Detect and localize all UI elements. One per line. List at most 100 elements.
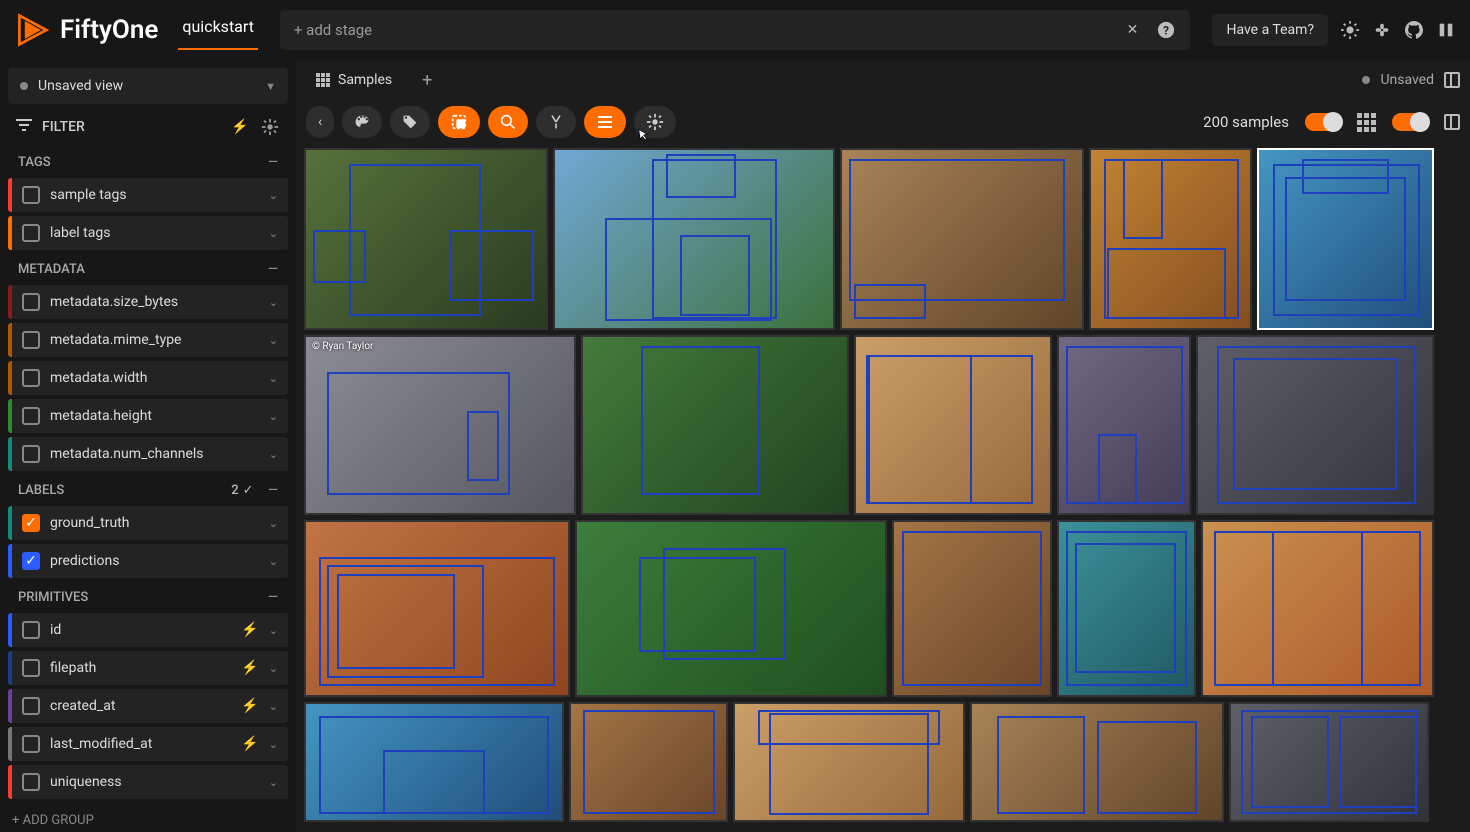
- chevron-down-icon: ⌄: [269, 517, 278, 530]
- field-label: metadata.mime_type: [50, 332, 259, 348]
- tag-button[interactable]: [390, 106, 430, 138]
- sample-thumbnail[interactable]: [1057, 520, 1196, 697]
- field-metadata-height[interactable]: metadata.height ⌄: [8, 399, 288, 433]
- sample-thumbnail[interactable]: [733, 702, 965, 822]
- checkbox[interactable]: [22, 621, 40, 639]
- sample-thumbnail[interactable]: [575, 520, 887, 697]
- list-button[interactable]: [584, 106, 626, 138]
- field-created-at[interactable]: created_at ⚡ ⌄: [8, 689, 288, 723]
- checkbox[interactable]: [22, 331, 40, 349]
- theme-icon[interactable]: [1340, 20, 1360, 40]
- field-id[interactable]: id ⚡ ⌄: [8, 613, 288, 647]
- checkbox[interactable]: [22, 407, 40, 425]
- filter-icon[interactable]: [16, 116, 32, 137]
- tabs-bar: Samples + Unsaved: [296, 60, 1470, 100]
- gear-icon[interactable]: [260, 117, 280, 137]
- slack-icon[interactable]: [1372, 20, 1392, 40]
- checkbox[interactable]: [22, 773, 40, 791]
- sample-thumbnail[interactable]: [854, 335, 1052, 515]
- settings-button[interactable]: [634, 106, 676, 138]
- section-header-primitives[interactable]: PRIMITIVES —: [8, 582, 288, 613]
- field-filepath[interactable]: filepath ⚡ ⌄: [8, 651, 288, 685]
- sample-thumbnail[interactable]: [304, 148, 548, 330]
- add-stage-button[interactable]: + add stage: [294, 21, 372, 39]
- bolt-icon[interactable]: ⚡: [230, 117, 250, 137]
- field-predictions[interactable]: ✓ predictions ⌄: [8, 544, 288, 578]
- add-tab-button[interactable]: +: [422, 70, 432, 91]
- field-uniqueness[interactable]: uniqueness ⌄: [8, 765, 288, 799]
- sample-thumbnail[interactable]: [840, 148, 1084, 330]
- checkbox[interactable]: [22, 224, 40, 242]
- field-label-tags[interactable]: label tags ⌄: [8, 216, 288, 250]
- sample-thumbnail[interactable]: [304, 520, 570, 697]
- sort-button[interactable]: [536, 106, 576, 138]
- logo-icon: [14, 12, 50, 48]
- chevron-down-icon: ⌄: [269, 410, 278, 423]
- checkbox[interactable]: [22, 369, 40, 387]
- field-label: label tags: [50, 225, 259, 241]
- sample-thumbnail[interactable]: [1229, 702, 1429, 822]
- toggle-sidebar[interactable]: [1392, 113, 1428, 131]
- field-metadata-size[interactable]: metadata.size_bytes ⌄: [8, 285, 288, 319]
- field-metadata-channels[interactable]: metadata.num_channels ⌄: [8, 437, 288, 471]
- sample-thumbnail[interactable]: [581, 335, 849, 515]
- sample-thumbnail[interactable]: [892, 520, 1052, 697]
- tab-samples[interactable]: Samples: [306, 64, 402, 96]
- collapse-icon: —: [268, 483, 278, 498]
- back-button[interactable]: ‹: [306, 106, 334, 138]
- app-logo[interactable]: FiftyOne: [14, 12, 158, 48]
- checkbox[interactable]: [22, 186, 40, 204]
- panel-icon[interactable]: [1444, 114, 1460, 130]
- bolt-icon: ⚡: [241, 622, 258, 638]
- toggle-labels[interactable]: [1305, 113, 1341, 131]
- sample-thumbnail[interactable]: [1089, 148, 1252, 330]
- cursor-icon: [636, 128, 650, 142]
- view-selector[interactable]: Unsaved view ▼: [8, 68, 288, 104]
- chevron-down-icon: ⌄: [269, 738, 278, 751]
- checkbox[interactable]: [22, 445, 40, 463]
- sample-thumbnail[interactable]: [1201, 520, 1434, 697]
- sample-thumbnail[interactable]: [569, 702, 728, 822]
- sample-thumbnail[interactable]: [304, 702, 564, 822]
- field-metadata-mime[interactable]: metadata.mime_type ⌄: [8, 323, 288, 357]
- add-group-button[interactable]: + ADD GROUP: [8, 803, 288, 832]
- sample-thumbnail[interactable]: [1057, 335, 1191, 515]
- section-header-metadata[interactable]: METADATA —: [8, 254, 288, 285]
- chevron-down-icon: ⌄: [269, 776, 278, 789]
- close-icon[interactable]: ✕: [1122, 20, 1142, 40]
- select-button[interactable]: [438, 106, 480, 138]
- checkbox[interactable]: ✓: [22, 552, 40, 570]
- github-icon[interactable]: [1404, 20, 1424, 40]
- section-header-labels[interactable]: LABELS 2 ✓ —: [8, 475, 288, 506]
- grid-view-icon[interactable]: [1357, 113, 1376, 132]
- checkbox[interactable]: [22, 659, 40, 677]
- checkbox[interactable]: [22, 735, 40, 753]
- view-selector-text: Unsaved view: [38, 78, 255, 94]
- panel-toggle-icon[interactable]: [1444, 72, 1460, 88]
- sample-thumbnail[interactable]: [1257, 148, 1434, 330]
- section-title: TAGS: [18, 155, 51, 170]
- team-button[interactable]: Have a Team?: [1212, 14, 1328, 46]
- sample-thumbnail[interactable]: [970, 702, 1224, 822]
- chevron-down-icon: ⌄: [269, 662, 278, 675]
- checkbox[interactable]: [22, 697, 40, 715]
- dataset-selector[interactable]: quickstart: [178, 11, 258, 50]
- field-sample-tags[interactable]: sample tags ⌄: [8, 178, 288, 212]
- field-last-modified-at[interactable]: last_modified_at ⚡ ⌄: [8, 727, 288, 761]
- help-icon[interactable]: ?: [1156, 20, 1176, 40]
- sample-thumbnail[interactable]: [1196, 335, 1434, 515]
- chevron-down-icon: ⌄: [269, 334, 278, 347]
- columns-icon[interactable]: [1436, 20, 1456, 40]
- sample-thumbnail[interactable]: [553, 148, 835, 330]
- palette-button[interactable]: [342, 106, 382, 138]
- field-ground-truth[interactable]: ✓ ground_truth ⌄: [8, 506, 288, 540]
- tab-label: Samples: [338, 72, 392, 88]
- field-metadata-width[interactable]: metadata.width ⌄: [8, 361, 288, 395]
- zoom-button[interactable]: [488, 106, 528, 138]
- checkbox[interactable]: ✓: [22, 514, 40, 532]
- checkbox[interactable]: [22, 293, 40, 311]
- sample-thumbnail[interactable]: © Ryan Taylor: [304, 335, 576, 515]
- chevron-down-icon: ⌄: [269, 227, 278, 240]
- section-header-tags[interactable]: TAGS —: [8, 147, 288, 178]
- field-label: metadata.num_channels: [50, 446, 259, 462]
